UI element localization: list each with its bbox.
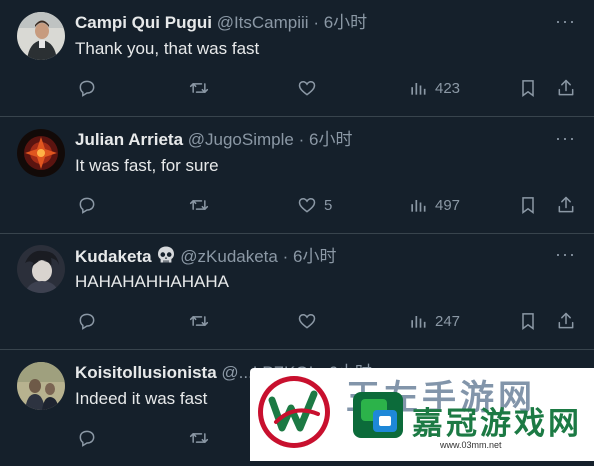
share-button[interactable]	[556, 309, 576, 333]
view-count: 247	[435, 312, 461, 330]
reply-icon	[79, 80, 95, 97]
separator-dot: ·	[313, 13, 319, 32]
avatar[interactable]	[17, 362, 65, 410]
bookmark-button[interactable]	[518, 309, 538, 333]
site-watermark-banner: 王左手游网 嘉冠游戏网 www.03mm.net	[250, 368, 594, 461]
timestamp[interactable]: 6小时	[293, 247, 336, 266]
tweet-header: Julian Arrieta @JugoSimple · 6小时	[75, 129, 352, 151]
analytics-icon	[411, 200, 426, 212]
retweet-button[interactable]	[188, 76, 210, 100]
heart-icon	[298, 313, 316, 329]
like-count: 5	[324, 196, 333, 214]
reply-icon	[79, 197, 95, 214]
tweet[interactable]: Kudaketa @zKudaketa · 6小时 ··· HAHAHAHHAH…	[0, 233, 594, 349]
user-handle[interactable]: @JugoSimple	[188, 130, 294, 149]
display-name[interactable]: Kudaketa	[75, 247, 152, 266]
tweet-text: HAHAHAHHAHAHA	[75, 272, 229, 291]
retweet-icon	[189, 316, 209, 326]
heart-icon	[298, 80, 316, 96]
like-button[interactable]: 5	[297, 193, 332, 217]
analytics-icon	[411, 316, 426, 328]
site-url: www.03mm.net	[440, 440, 502, 450]
avatar[interactable]	[17, 129, 65, 177]
action-bar: 5 497	[0, 193, 594, 217]
user-handle[interactable]: @ItsCampiii	[217, 13, 309, 32]
avatar[interactable]	[17, 245, 65, 293]
views-button[interactable]: 247	[408, 309, 460, 333]
retweet-button[interactable]	[188, 426, 210, 450]
views-button[interactable]: 423	[408, 76, 460, 100]
more-options-icon[interactable]: ···	[555, 129, 576, 147]
share-icon	[558, 312, 574, 329]
reply-icon	[79, 430, 95, 447]
bookmark-icon	[522, 197, 534, 214]
analytics-icon	[411, 83, 426, 95]
separator-dot: ·	[282, 247, 289, 266]
share-button[interactable]	[556, 76, 576, 100]
tweet[interactable]: Julian Arrieta @JugoSimple · 6小时 ··· It …	[0, 117, 594, 233]
view-count: 497	[435, 196, 461, 214]
action-bar: 423	[0, 76, 594, 100]
tweet-text: It was fast, for sure	[75, 156, 219, 175]
tweet-header: Kudaketa @zKudaketa · 6小时	[75, 245, 336, 268]
retweet-button[interactable]	[188, 193, 210, 217]
reply-button[interactable]	[77, 309, 97, 333]
site-name: 嘉冠游戏网	[412, 406, 582, 442]
reply-button[interactable]	[77, 193, 97, 217]
like-button[interactable]	[297, 309, 324, 333]
display-name[interactable]: Campi Qui Pugui	[75, 13, 212, 32]
site-logo-icon	[256, 374, 332, 450]
retweet-icon	[189, 83, 209, 93]
retweet-icon	[189, 200, 209, 210]
tweet-text: Indeed it was fast	[75, 389, 208, 408]
share-icon	[558, 79, 574, 96]
like-button[interactable]	[297, 76, 324, 100]
view-count: 423	[435, 79, 461, 97]
display-name[interactable]: Julian Arrieta	[75, 130, 183, 149]
retweet-button[interactable]	[188, 309, 210, 333]
timestamp[interactable]: 6小时	[309, 130, 352, 149]
more-options-icon[interactable]: ···	[555, 245, 576, 263]
more-options-icon[interactable]: ···	[555, 12, 576, 30]
tweet[interactable]: Campi Qui Pugui @ItsCampiii · 6小时 ··· Th…	[0, 0, 594, 116]
retweet-icon	[189, 433, 209, 443]
avatar[interactable]	[17, 12, 65, 60]
display-name[interactable]: Koisitollusionista	[75, 363, 217, 382]
tweet-header: Campi Qui Pugui @ItsCampiii · 6小时	[75, 12, 367, 34]
bookmark-icon	[522, 80, 534, 97]
action-bar: 247	[0, 309, 594, 333]
tweet-text: Thank you, that was fast	[75, 39, 260, 58]
app-logo-icon	[353, 392, 403, 438]
bookmark-button[interactable]	[518, 193, 538, 217]
skull-emoji-icon	[157, 246, 174, 263]
bookmark-button[interactable]	[518, 76, 538, 100]
user-handle[interactable]: @zKudaketa	[180, 247, 278, 266]
views-button[interactable]: 497	[408, 193, 460, 217]
reply-button[interactable]	[77, 426, 97, 450]
bookmark-icon	[522, 313, 534, 330]
share-button[interactable]	[556, 193, 576, 217]
separator-dot: ·	[298, 130, 305, 149]
timestamp[interactable]: 6小时	[324, 13, 367, 32]
share-icon	[558, 196, 574, 213]
heart-icon	[298, 197, 316, 213]
reply-button[interactable]	[77, 76, 97, 100]
reply-icon	[79, 313, 95, 330]
